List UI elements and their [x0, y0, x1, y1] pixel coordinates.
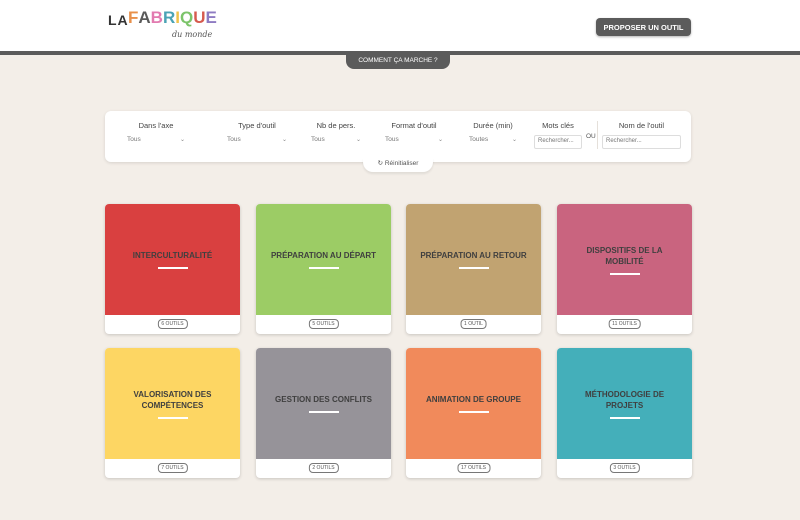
filter-bar: Dans l'axe Tous ⌄ Type d'outil Tous ⌄ Nb… — [105, 111, 691, 162]
logo-letter: R — [162, 8, 176, 27]
card-divider — [308, 411, 339, 413]
category-card[interactable]: GESTION DES CONFLITS 2 OUTILS — [256, 348, 391, 478]
category-card[interactable]: DISPOSITIFS DE LA MOBILITÉ 11 OUTILS — [557, 204, 692, 334]
axis-select[interactable]: Tous ⌄ — [127, 136, 185, 143]
site-logo[interactable]: LA FABRIQUE du monde — [108, 8, 218, 44]
filter-label: Type d'outil — [238, 121, 276, 130]
category-card[interactable]: INTERCULTURALITÉ 6 OUTILS — [105, 204, 240, 334]
card-color-panel: INTERCULTURALITÉ — [105, 204, 240, 315]
category-card[interactable]: MÉTHODOLOGIE DE PROJETS 3 OUTILS — [557, 348, 692, 478]
card-color-panel: PRÉPARATION AU RETOUR — [406, 204, 541, 315]
card-divider — [157, 267, 188, 269]
card-title: ANIMATION DE GROUPE — [426, 395, 521, 404]
card-divider — [157, 416, 188, 419]
category-card[interactable]: ANIMATION DE GROUPE 17 OUTILS — [406, 348, 541, 478]
tool-type-select[interactable]: Tous ⌄ — [227, 136, 287, 143]
reset-filters-button[interactable]: ↻ Réinitialiser — [363, 158, 433, 172]
filter-tool-name: Nom de l'outil Rechercher... — [602, 121, 681, 149]
logo-letter: A — [138, 8, 151, 27]
tool-name-search-input[interactable]: Rechercher... — [602, 135, 681, 149]
tool-count-badge: 1 OUTIL — [460, 319, 487, 329]
logo-word: FABRIQUE — [128, 8, 217, 28]
filter-label: Format d'outil — [391, 121, 437, 130]
filter-label: Nb de pers. — [316, 121, 356, 130]
filter-divider — [597, 121, 598, 149]
filter-value: Tous — [127, 136, 141, 143]
card-divider — [609, 272, 640, 275]
logo-letter: F — [128, 8, 139, 27]
filter-people[interactable]: Nb de pers. Tous ⌄ — [311, 121, 361, 143]
filter-keywords: Mots clés Rechercher... — [534, 121, 582, 149]
filter-value: Tous — [385, 136, 399, 143]
card-title: GESTION DES CONFLITS — [275, 395, 372, 404]
format-select[interactable]: Tous ⌄ — [385, 136, 443, 143]
or-label: OU — [586, 133, 596, 140]
card-title: VALORISATION DES COMPÉTENCES — [133, 389, 212, 410]
card-title: MÉTHODOLOGIE DE PROJETS — [584, 389, 665, 410]
filter-value: Tous — [311, 136, 325, 143]
keywords-search-input[interactable]: Rechercher... — [534, 135, 582, 149]
filter-value: Tous — [227, 136, 241, 143]
propose-tool-button[interactable]: PROPOSER UN OUTIL — [596, 18, 691, 36]
tool-count-badge: 3 OUTILS — [609, 463, 640, 473]
reset-label: Réinitialiser — [384, 160, 419, 167]
card-color-panel: GESTION DES CONFLITS — [256, 348, 391, 459]
category-card[interactable]: PRÉPARATION AU DÉPART 5 OUTILS — [256, 204, 391, 334]
refresh-icon: ↻ — [377, 160, 384, 167]
filter-format[interactable]: Format d'outil Tous ⌄ — [385, 121, 443, 143]
logo-letter: U — [193, 8, 206, 27]
filter-value: Toutes — [469, 136, 489, 143]
filter-label: Mots clés — [542, 121, 574, 130]
tool-count-badge: 17 OUTILS — [456, 463, 491, 473]
site-header: LA FABRIQUE du monde PROPOSER UN OUTIL — [0, 0, 800, 55]
card-color-panel: PRÉPARATION AU DÉPART — [256, 204, 391, 315]
filter-axis[interactable]: Dans l'axe Tous ⌄ — [127, 121, 185, 143]
duration-select[interactable]: Toutes ⌄ — [469, 136, 517, 143]
tool-count-badge: 2 OUTILS — [308, 463, 339, 473]
card-divider — [308, 267, 339, 269]
category-card[interactable]: PRÉPARATION AU RETOUR 1 OUTIL — [406, 204, 541, 334]
logo-letter: Q — [179, 8, 194, 27]
card-color-panel: MÉTHODOLOGIE DE PROJETS — [557, 348, 692, 459]
card-divider — [458, 267, 489, 269]
tool-count-badge: 11 OUTILS — [608, 319, 641, 329]
filter-duration[interactable]: Durée (min) Toutes ⌄ — [469, 121, 517, 143]
card-color-panel: DISPOSITIFS DE LA MOBILITÉ — [557, 204, 692, 315]
filter-label: Nom de l'outil — [618, 121, 665, 130]
filter-label: Dans l'axe — [138, 121, 174, 130]
logo-prefix: LA — [108, 12, 129, 28]
card-divider — [458, 411, 489, 413]
tool-count-badge: 7 OUTILS — [157, 463, 188, 473]
card-color-panel: ANIMATION DE GROUPE — [406, 348, 541, 459]
logo-letter: B — [150, 8, 163, 27]
tool-count-badge: 5 OUTILS — [308, 319, 339, 329]
card-color-panel: VALORISATION DES COMPÉTENCES — [105, 348, 240, 459]
how-it-works-tab[interactable]: COMMENT ÇA MARCHE ? — [346, 55, 450, 69]
filter-tool-type[interactable]: Type d'outil Tous ⌄ — [227, 121, 287, 143]
logo-letter: E — [205, 8, 217, 27]
people-select[interactable]: Tous ⌄ — [311, 136, 361, 143]
tool-count-badge: 6 OUTILS — [157, 319, 188, 329]
chevron-down-icon: ⌄ — [179, 137, 185, 143]
filter-label: Durée (min) — [473, 121, 513, 130]
category-card[interactable]: VALORISATION DES COMPÉTENCES 7 OUTILS — [105, 348, 240, 478]
card-title: PRÉPARATION AU RETOUR — [420, 251, 527, 260]
card-title: PRÉPARATION AU DÉPART — [270, 251, 377, 260]
card-divider — [609, 416, 640, 419]
chevron-down-icon: ⌄ — [355, 137, 361, 143]
chevron-down-icon: ⌄ — [437, 137, 443, 143]
logo-subtitle: du monde — [172, 30, 213, 39]
card-title: INTERCULTURALITÉ — [132, 251, 213, 260]
card-title: DISPOSITIFS DE LA MOBILITÉ — [586, 245, 663, 266]
chevron-down-icon: ⌄ — [511, 137, 517, 143]
chevron-down-icon: ⌄ — [281, 137, 287, 143]
